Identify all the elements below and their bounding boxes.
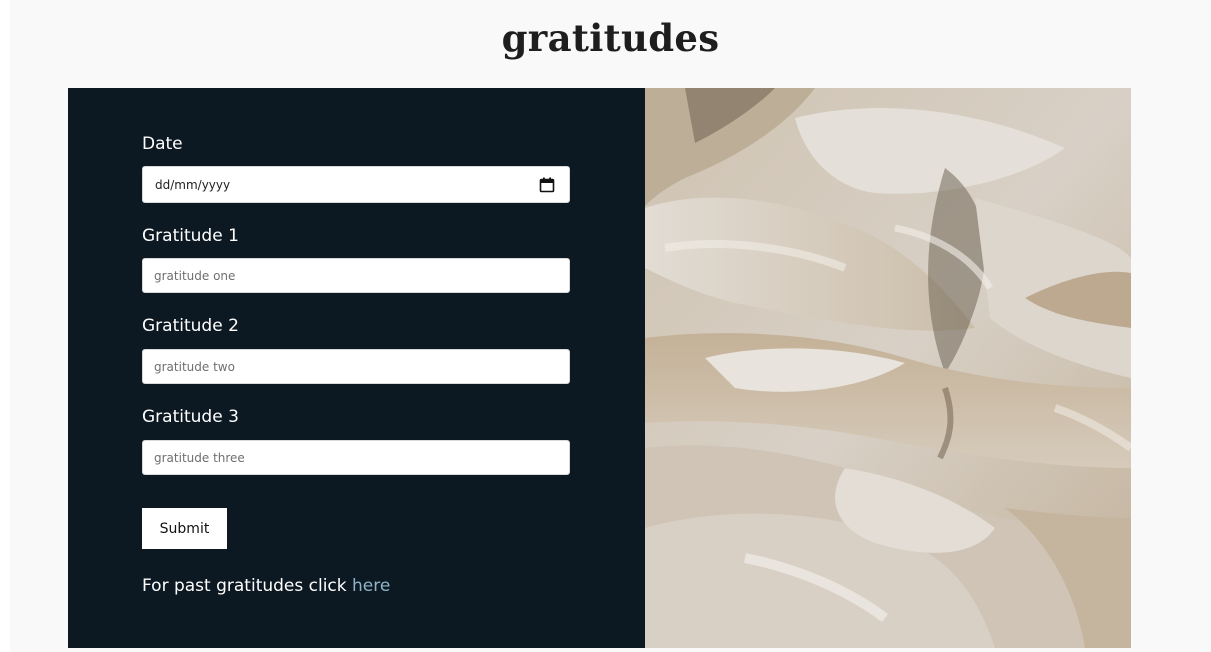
gratitude-card: Date dd/mm/yyyy Gratitude 1 Gratitude 2 … (68, 88, 1131, 648)
gratitude-1-label: Gratitude 1 (142, 226, 239, 246)
date-input[interactable]: dd/mm/yyyy (142, 166, 570, 203)
gratitude-2-label: Gratitude 2 (142, 316, 239, 336)
calendar-icon[interactable] (539, 177, 555, 193)
date-input-value: dd/mm/yyyy (155, 178, 231, 192)
paint-texture-graphic (645, 88, 1131, 648)
gratitude-3-label: Gratitude 3 (142, 407, 239, 427)
page-title: gratitudes (501, 16, 720, 60)
form-panel: Date dd/mm/yyyy Gratitude 1 Gratitude 2 … (68, 88, 645, 648)
past-gratitudes-link[interactable]: here (352, 576, 390, 596)
gratitude-1-input[interactable] (142, 258, 570, 293)
submit-button[interactable]: Submit (142, 508, 227, 549)
past-gratitudes-prefix: For past gratitudes click (142, 576, 353, 596)
date-label: Date (142, 134, 183, 154)
past-gratitudes-text: For past gratitudes click here (142, 574, 390, 598)
gratitude-3-input[interactable] (142, 440, 570, 475)
decorative-paint-image (645, 88, 1131, 648)
page: gratitudes Date dd/mm/yyyy Gratitude 1 G… (10, 0, 1211, 652)
gratitude-2-input[interactable] (142, 349, 570, 384)
